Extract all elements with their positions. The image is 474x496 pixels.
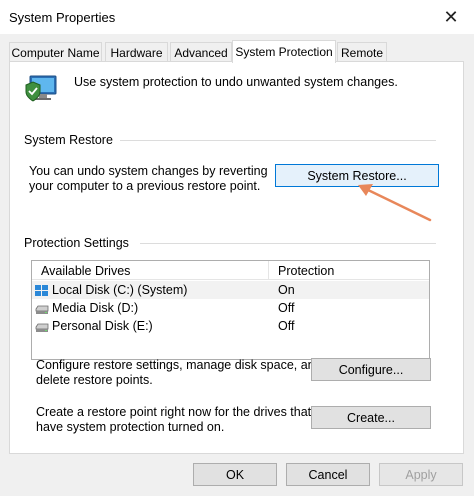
system-restore-button[interactable]: System Restore... — [275, 164, 439, 187]
protection-settings-heading: Protection Settings — [24, 236, 135, 250]
description-line: have system protection turned on. — [36, 420, 225, 434]
tab-label: System Protection — [235, 45, 333, 59]
close-icon: ✕ — [443, 6, 459, 27]
drives-table[interactable]: Available Drives Protection Local Disk (… — [31, 260, 430, 360]
button-label: Cancel — [308, 467, 348, 482]
cancel-button[interactable]: Cancel — [286, 463, 370, 486]
button-label: Apply — [405, 467, 437, 482]
description-line: Configure restore settings, manage disk … — [36, 358, 322, 372]
description-line: You can undo system changes by reverting — [29, 164, 268, 178]
tab-hardware[interactable]: Hardware — [105, 42, 168, 62]
create-button[interactable]: Create... — [311, 406, 431, 429]
button-label: OK — [225, 467, 245, 482]
window-title: System Properties — [9, 10, 116, 25]
ok-button[interactable]: OK — [193, 463, 277, 486]
title-bar: System Properties ✕ — [0, 0, 474, 34]
drive-icon — [35, 305, 49, 314]
button-label: Create... — [347, 410, 395, 425]
group-divider — [120, 140, 436, 141]
column-header-drives[interactable]: Available Drives — [41, 264, 130, 278]
description-line: Create a restore point right now for the… — [36, 405, 312, 419]
tab-label: Computer Name — [11, 45, 100, 60]
configure-button[interactable]: Configure... — [311, 358, 431, 381]
drive-protection: Off — [278, 319, 295, 333]
tab-label: Hardware — [110, 45, 163, 60]
computer-shield-icon — [25, 75, 57, 102]
table-row[interactable]: Local Disk (C:) (System) On — [32, 281, 429, 299]
table-header: Available Drives Protection — [32, 261, 429, 280]
description-line: your computer to a previous restore poin… — [29, 179, 261, 193]
intro-text: Use system protection to undo unwanted s… — [74, 75, 398, 89]
drive-icon — [35, 323, 49, 332]
configure-description: Configure restore settings, manage disk … — [36, 358, 322, 388]
table-row[interactable]: Media Disk (D:) Off — [32, 299, 429, 317]
column-divider[interactable] — [268, 261, 269, 280]
system-restore-heading: System Restore — [24, 133, 119, 147]
drive-name: Personal Disk (E:) — [52, 319, 153, 333]
drive-name: Media Disk (D:) — [52, 301, 139, 315]
create-description: Create a restore point right now for the… — [36, 405, 311, 435]
drive-protection: Off — [278, 301, 295, 315]
group-divider — [140, 243, 436, 244]
system-protection-panel: Use system protection to undo unwanted s… — [9, 61, 464, 454]
button-label: System Restore... — [307, 168, 407, 183]
tab-system-protection[interactable]: System Protection — [232, 40, 336, 63]
tab-remote[interactable]: Remote — [337, 42, 387, 62]
column-header-protection[interactable]: Protection — [278, 264, 334, 278]
close-button[interactable]: ✕ — [428, 0, 474, 34]
tab-label: Advanced — [174, 45, 228, 60]
tab-label: Remote — [340, 45, 384, 60]
tab-advanced[interactable]: Advanced — [170, 42, 232, 62]
drive-protection: On — [278, 283, 295, 297]
description-line: delete restore points. — [36, 373, 153, 387]
table-row[interactable]: Personal Disk (E:) Off — [32, 317, 429, 335]
drive-name: Local Disk (C:) (System) — [52, 283, 188, 297]
button-label: Configure... — [338, 362, 404, 377]
system-restore-description: You can undo system changes by reverting… — [29, 164, 268, 194]
tab-computer-name[interactable]: Computer Name — [9, 42, 102, 62]
windows-drive-icon — [35, 285, 48, 296]
apply-button[interactable]: Apply — [379, 463, 463, 486]
